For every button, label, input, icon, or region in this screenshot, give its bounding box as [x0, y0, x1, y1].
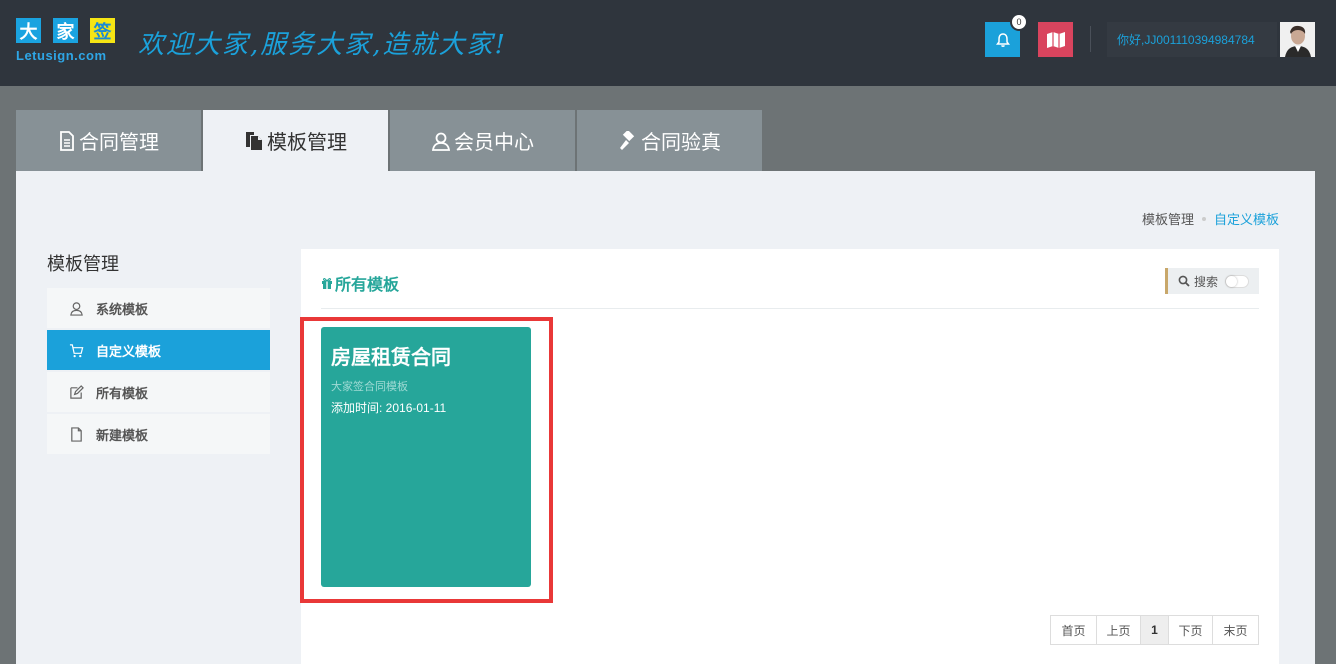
bell-icon — [995, 32, 1010, 47]
pagination-next[interactable]: 下页 — [1169, 616, 1213, 644]
gavel-icon — [620, 130, 635, 150]
pagination-first[interactable]: 首页 — [1051, 616, 1097, 644]
avatar[interactable] — [1280, 22, 1315, 57]
gift-icon — [322, 278, 332, 289]
tab-label: 模板管理 — [267, 132, 347, 154]
pagination-prev[interactable]: 上页 — [1097, 616, 1141, 644]
breadcrumb-separator — [1201, 216, 1206, 221]
panel-title-text: 所有模板 — [335, 277, 400, 294]
panel-divider — [321, 308, 1259, 309]
sidebar-menu: 系统模板 自定义模板 所有模板 新建模板 — [47, 288, 270, 456]
sidebar-item-new-template[interactable]: 新建模板 — [47, 414, 270, 454]
pagination-last[interactable]: 末页 — [1213, 616, 1258, 644]
tab-member-center[interactable]: 会员中心 — [390, 110, 575, 171]
logo[interactable]: 大 家 签 Letusign.com — [16, 18, 118, 66]
cart-icon — [69, 343, 84, 357]
search-icon — [1178, 275, 1190, 287]
tab-label: 合同管理 — [79, 132, 159, 154]
copy-icon — [246, 131, 262, 150]
document-icon — [60, 130, 74, 151]
search-toggle[interactable]: 搜索 — [1165, 268, 1259, 294]
tab-label: 会员中心 — [454, 132, 534, 154]
sidebar-item-custom-templates[interactable]: 自定义模板 — [47, 330, 270, 370]
template-card-title: 房屋租赁合同 — [331, 347, 451, 369]
tab-template-management[interactable]: 模板管理 — [203, 110, 388, 171]
panel-title: 所有模板 — [321, 271, 399, 295]
sidebar-title: 模板管理 — [47, 254, 119, 274]
main-content: 模板管理 自定义模板 模板管理 系统模板 自定义模板 所有模板 新建模板 所有模… — [16, 171, 1315, 664]
slogan: 欢迎大家,服务大家,造就大家! — [138, 30, 507, 60]
pagination-page-current[interactable]: 1 — [1141, 616, 1169, 644]
breadcrumb-current: 自定义模板 — [1213, 212, 1279, 227]
sidebar-item-label: 新建模板 — [96, 427, 149, 443]
breadcrumb-parent[interactable]: 模板管理 — [1142, 209, 1194, 228]
template-card-date: 添加时间: 2016-01-11 — [331, 401, 447, 415]
logo-subtitle: Letusign.com — [16, 48, 107, 63]
sidebar-item-label: 系统模板 — [96, 301, 149, 317]
edit-icon — [70, 384, 84, 399]
header-divider — [1090, 26, 1091, 52]
tab-contract-verify[interactable]: 合同验真 — [577, 110, 762, 171]
file-icon — [71, 426, 82, 442]
tab-contract-management[interactable]: 合同管理 — [16, 110, 201, 171]
template-card-subtitle: 大家签合同模板 — [331, 381, 408, 393]
logo-char: 大 — [16, 18, 41, 43]
template-card[interactable]: 房屋租赁合同 大家签合同模板 添加时间: 2016-01-11 — [321, 327, 531, 587]
logo-char: 签 — [90, 18, 115, 43]
user-icon — [431, 132, 451, 151]
tab-label: 合同验真 — [641, 132, 721, 154]
top-header: 大 家 签 Letusign.com 欢迎大家,服务大家,造就大家! 0 你好,… — [0, 0, 1336, 86]
notification-count-badge: 0 — [1010, 13, 1028, 31]
pagination: 首页 上页 1 下页 末页 — [1050, 615, 1259, 645]
logo-char: 家 — [53, 18, 78, 43]
map-button[interactable] — [1038, 22, 1073, 57]
user-icon — [70, 301, 83, 316]
sidebar-item-all-templates[interactable]: 所有模板 — [47, 372, 270, 412]
sidebar-item-system-templates[interactable]: 系统模板 — [47, 288, 270, 328]
map-icon — [1046, 31, 1065, 48]
breadcrumb: 模板管理 自定义模板 — [1142, 209, 1279, 228]
search-switch[interactable] — [1225, 274, 1250, 288]
sidebar-item-label: 自定义模板 — [96, 343, 162, 359]
sidebar-item-label: 所有模板 — [96, 385, 149, 401]
template-panel: 所有模板 搜索 房屋租赁合同 大家签合同模板 添加时间: 2016-01-11 … — [300, 249, 1279, 664]
user-greeting[interactable]: 你好,JJ001110394984784 — [1107, 22, 1277, 57]
search-label: 搜索 — [1194, 274, 1219, 289]
